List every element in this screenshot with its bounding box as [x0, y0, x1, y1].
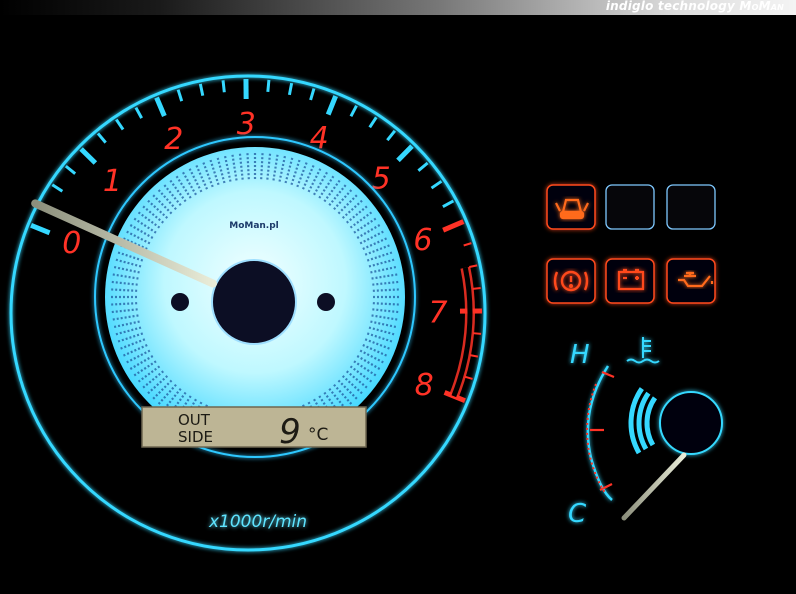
tach-tick — [287, 82, 294, 96]
tach-red-tick — [464, 375, 473, 380]
warning-door-ajar — [546, 184, 596, 230]
lcd-panel — [141, 406, 367, 448]
tach-tick — [430, 180, 443, 190]
lcd-value: 9 — [279, 412, 301, 452]
tach-label-7: 7 — [428, 295, 447, 330]
tach-tick — [349, 104, 358, 118]
temp-gauge-scale — [586, 383, 607, 495]
tach-tick — [30, 223, 51, 236]
coolant-temp-icon — [626, 337, 660, 364]
tach-red-tick — [469, 354, 479, 358]
warning-battery — [605, 258, 655, 304]
needle-hub-cap — [211, 259, 297, 345]
tach-tick — [154, 96, 167, 117]
tach-tick — [386, 129, 397, 142]
temp-needle — [621, 452, 687, 521]
temp-gauge-arc — [586, 365, 613, 501]
tach-tick — [79, 147, 98, 165]
lcd-line1: OUT — [178, 411, 211, 429]
tach-tick — [176, 89, 184, 102]
tach-label-0: 0 — [62, 226, 81, 261]
tach-tick — [134, 106, 143, 119]
tach-tick — [442, 199, 455, 208]
tach-label-8: 8 — [415, 368, 434, 403]
tach-label-6: 6 — [413, 223, 432, 258]
tach-unit-label: x1000r/min — [208, 512, 307, 532]
tachometer: 012 3 45678 MoMan.pl OUT SIDE 9 °C x1000r/… — [9, 74, 487, 552]
instrument-cluster: 012 3 45678 MoMan.pl OUT SIDE 9 °C x1000r/… — [9, 74, 723, 552]
temp-cold-label: C — [568, 499, 587, 529]
tach-tick — [64, 164, 77, 175]
tach-red-tick — [442, 219, 465, 233]
lcd-unit: °C — [308, 425, 328, 445]
tach-tick — [51, 183, 64, 193]
tach-red-tick — [463, 242, 472, 247]
warning-slot-empty-2 — [666, 184, 716, 230]
temp-gauge: H C — [568, 337, 723, 529]
tach-tick — [417, 161, 429, 172]
temp-bar-stripes — [628, 387, 658, 455]
tach-tick — [115, 118, 125, 131]
tach-tick — [198, 83, 205, 96]
temp-stripe — [644, 396, 658, 447]
tach-label-1: 1 — [103, 164, 122, 199]
outside-temp-lcd: OUT SIDE 9 °C — [141, 406, 367, 452]
tach-tick — [325, 95, 338, 116]
tach-tick — [96, 132, 107, 144]
face-screw-left — [171, 293, 189, 311]
tach-tick — [266, 79, 271, 93]
lcd-line2: SIDE — [178, 428, 213, 446]
face-screw-right — [317, 293, 335, 311]
tach-red-tick — [469, 264, 478, 268]
tach-label-2: 2 — [164, 122, 183, 157]
temp-hub — [659, 391, 723, 455]
face-logo: MoMan.pl — [229, 221, 279, 231]
warning-slot-empty-1 — [605, 184, 655, 230]
tach-red-tick — [472, 287, 481, 290]
tach-tick — [368, 116, 378, 129]
warning-brake — [546, 258, 596, 304]
warning-oil-pressure — [666, 258, 716, 304]
tach-tick — [221, 80, 226, 93]
tach-tick — [309, 88, 316, 101]
tach-tick — [396, 144, 414, 163]
temp-hot-label: H — [570, 340, 590, 370]
warning-light-panel — [546, 184, 716, 304]
